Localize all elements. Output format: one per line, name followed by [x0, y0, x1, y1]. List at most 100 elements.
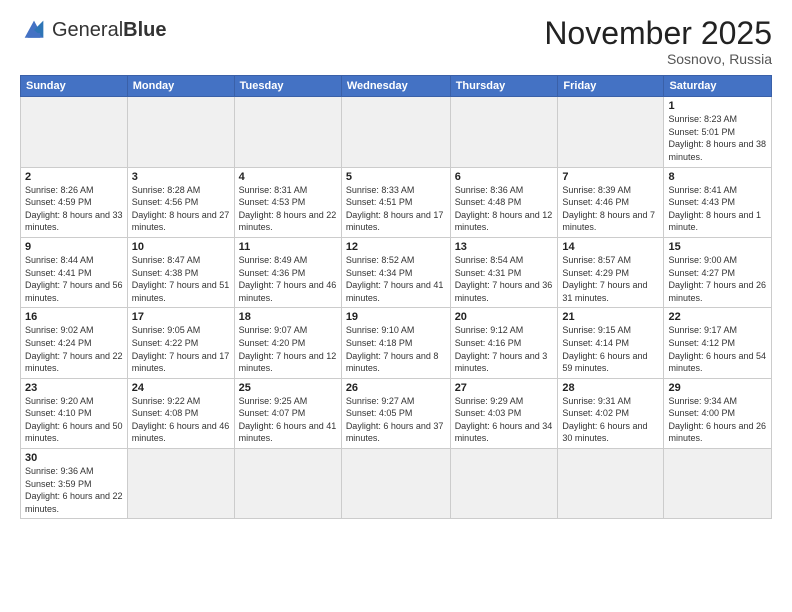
day-info: Sunrise: 9:29 AM Sunset: 4:03 PM Dayligh…: [455, 395, 554, 445]
calendar-week-row: 30Sunrise: 9:36 AM Sunset: 3:59 PM Dayli…: [21, 449, 772, 519]
calendar-week-row: 16Sunrise: 9:02 AM Sunset: 4:24 PM Dayli…: [21, 308, 772, 378]
day-info: Sunrise: 9:22 AM Sunset: 4:08 PM Dayligh…: [132, 395, 230, 445]
calendar-cell: 24Sunrise: 9:22 AM Sunset: 4:08 PM Dayli…: [127, 378, 234, 448]
calendar-cell: 3Sunrise: 8:28 AM Sunset: 4:56 PM Daylig…: [127, 167, 234, 237]
day-number: 27: [455, 382, 554, 394]
calendar-cell: 21Sunrise: 9:15 AM Sunset: 4:14 PM Dayli…: [558, 308, 664, 378]
calendar-cell: [558, 97, 664, 167]
day-number: 6: [455, 171, 554, 183]
calendar-cell: 5Sunrise: 8:33 AM Sunset: 4:51 PM Daylig…: [341, 167, 450, 237]
calendar-cell: 12Sunrise: 8:52 AM Sunset: 4:34 PM Dayli…: [341, 237, 450, 307]
day-info: Sunrise: 9:15 AM Sunset: 4:14 PM Dayligh…: [562, 324, 659, 374]
calendar-cell: [234, 449, 341, 519]
calendar-cell: 19Sunrise: 9:10 AM Sunset: 4:18 PM Dayli…: [341, 308, 450, 378]
calendar-cell: 11Sunrise: 8:49 AM Sunset: 4:36 PM Dayli…: [234, 237, 341, 307]
day-info: Sunrise: 9:17 AM Sunset: 4:12 PM Dayligh…: [668, 324, 767, 374]
day-info: Sunrise: 8:23 AM Sunset: 5:01 PM Dayligh…: [668, 113, 767, 163]
calendar-cell: [341, 449, 450, 519]
calendar-title: November 2025: [544, 16, 772, 51]
day-number: 18: [239, 311, 337, 323]
day-number: 15: [668, 241, 767, 253]
calendar-subtitle: Sosnovo, Russia: [544, 51, 772, 67]
calendar-cell: 18Sunrise: 9:07 AM Sunset: 4:20 PM Dayli…: [234, 308, 341, 378]
day-number: 24: [132, 382, 230, 394]
calendar-cell: [664, 449, 772, 519]
day-number: 12: [346, 241, 446, 253]
day-info: Sunrise: 9:31 AM Sunset: 4:02 PM Dayligh…: [562, 395, 659, 445]
day-info: Sunrise: 8:54 AM Sunset: 4:31 PM Dayligh…: [455, 254, 554, 304]
day-info: Sunrise: 9:10 AM Sunset: 4:18 PM Dayligh…: [346, 324, 446, 374]
day-number: 28: [562, 382, 659, 394]
calendar-cell: [234, 97, 341, 167]
day-number: 2: [25, 171, 123, 183]
page: GeneralBlue November 2025 Sosnovo, Russi…: [0, 0, 792, 612]
day-number: 7: [562, 171, 659, 183]
day-info: Sunrise: 8:44 AM Sunset: 4:41 PM Dayligh…: [25, 254, 123, 304]
calendar-cell: [127, 97, 234, 167]
calendar-cell: [127, 449, 234, 519]
calendar-cell: 8Sunrise: 8:41 AM Sunset: 4:43 PM Daylig…: [664, 167, 772, 237]
day-number: 26: [346, 382, 446, 394]
day-info: Sunrise: 9:36 AM Sunset: 3:59 PM Dayligh…: [25, 465, 123, 515]
day-info: Sunrise: 9:12 AM Sunset: 4:16 PM Dayligh…: [455, 324, 554, 374]
calendar-cell: 28Sunrise: 9:31 AM Sunset: 4:02 PM Dayli…: [558, 378, 664, 448]
logo: GeneralBlue: [20, 16, 167, 44]
day-info: Sunrise: 8:49 AM Sunset: 4:36 PM Dayligh…: [239, 254, 337, 304]
calendar-cell: 22Sunrise: 9:17 AM Sunset: 4:12 PM Dayli…: [664, 308, 772, 378]
day-number: 23: [25, 382, 123, 394]
calendar-cell: 15Sunrise: 9:00 AM Sunset: 4:27 PM Dayli…: [664, 237, 772, 307]
calendar-table: Sunday Monday Tuesday Wednesday Thursday…: [20, 75, 772, 519]
day-info: Sunrise: 9:27 AM Sunset: 4:05 PM Dayligh…: [346, 395, 446, 445]
calendar-cell: 16Sunrise: 9:02 AM Sunset: 4:24 PM Dayli…: [21, 308, 128, 378]
day-number: 17: [132, 311, 230, 323]
calendar-week-row: 23Sunrise: 9:20 AM Sunset: 4:10 PM Dayli…: [21, 378, 772, 448]
calendar-cell: 26Sunrise: 9:27 AM Sunset: 4:05 PM Dayli…: [341, 378, 450, 448]
calendar-cell: 9Sunrise: 8:44 AM Sunset: 4:41 PM Daylig…: [21, 237, 128, 307]
day-number: 20: [455, 311, 554, 323]
day-number: 9: [25, 241, 123, 253]
calendar-week-row: 1Sunrise: 8:23 AM Sunset: 5:01 PM Daylig…: [21, 97, 772, 167]
generalblue-logo-icon: [20, 16, 48, 44]
day-info: Sunrise: 9:07 AM Sunset: 4:20 PM Dayligh…: [239, 324, 337, 374]
day-info: Sunrise: 9:02 AM Sunset: 4:24 PM Dayligh…: [25, 324, 123, 374]
days-header-row: Sunday Monday Tuesday Wednesday Thursday…: [21, 76, 772, 97]
day-number: 14: [562, 241, 659, 253]
day-number: 3: [132, 171, 230, 183]
calendar-cell: 23Sunrise: 9:20 AM Sunset: 4:10 PM Dayli…: [21, 378, 128, 448]
header-wednesday: Wednesday: [341, 76, 450, 97]
calendar-cell: 4Sunrise: 8:31 AM Sunset: 4:53 PM Daylig…: [234, 167, 341, 237]
day-number: 10: [132, 241, 230, 253]
day-number: 29: [668, 382, 767, 394]
header-monday: Monday: [127, 76, 234, 97]
day-number: 4: [239, 171, 337, 183]
day-number: 5: [346, 171, 446, 183]
calendar-cell: [450, 449, 558, 519]
day-info: Sunrise: 8:33 AM Sunset: 4:51 PM Dayligh…: [346, 184, 446, 234]
calendar-cell: [341, 97, 450, 167]
day-number: 22: [668, 311, 767, 323]
calendar-week-row: 2Sunrise: 8:26 AM Sunset: 4:59 PM Daylig…: [21, 167, 772, 237]
day-number: 25: [239, 382, 337, 394]
calendar-cell: 20Sunrise: 9:12 AM Sunset: 4:16 PM Dayli…: [450, 308, 558, 378]
calendar-cell: 29Sunrise: 9:34 AM Sunset: 4:00 PM Dayli…: [664, 378, 772, 448]
day-number: 19: [346, 311, 446, 323]
day-info: Sunrise: 8:57 AM Sunset: 4:29 PM Dayligh…: [562, 254, 659, 304]
calendar-week-row: 9Sunrise: 8:44 AM Sunset: 4:41 PM Daylig…: [21, 237, 772, 307]
day-info: Sunrise: 9:25 AM Sunset: 4:07 PM Dayligh…: [239, 395, 337, 445]
calendar-cell: [450, 97, 558, 167]
day-number: 21: [562, 311, 659, 323]
header-sunday: Sunday: [21, 76, 128, 97]
day-info: Sunrise: 9:20 AM Sunset: 4:10 PM Dayligh…: [25, 395, 123, 445]
day-info: Sunrise: 8:26 AM Sunset: 4:59 PM Dayligh…: [25, 184, 123, 234]
day-info: Sunrise: 8:31 AM Sunset: 4:53 PM Dayligh…: [239, 184, 337, 234]
header-saturday: Saturday: [664, 76, 772, 97]
day-info: Sunrise: 8:36 AM Sunset: 4:48 PM Dayligh…: [455, 184, 554, 234]
header: GeneralBlue November 2025 Sosnovo, Russi…: [20, 16, 772, 67]
day-info: Sunrise: 8:39 AM Sunset: 4:46 PM Dayligh…: [562, 184, 659, 234]
calendar-cell: 7Sunrise: 8:39 AM Sunset: 4:46 PM Daylig…: [558, 167, 664, 237]
day-info: Sunrise: 8:41 AM Sunset: 4:43 PM Dayligh…: [668, 184, 767, 234]
day-number: 13: [455, 241, 554, 253]
day-number: 8: [668, 171, 767, 183]
day-number: 16: [25, 311, 123, 323]
header-tuesday: Tuesday: [234, 76, 341, 97]
